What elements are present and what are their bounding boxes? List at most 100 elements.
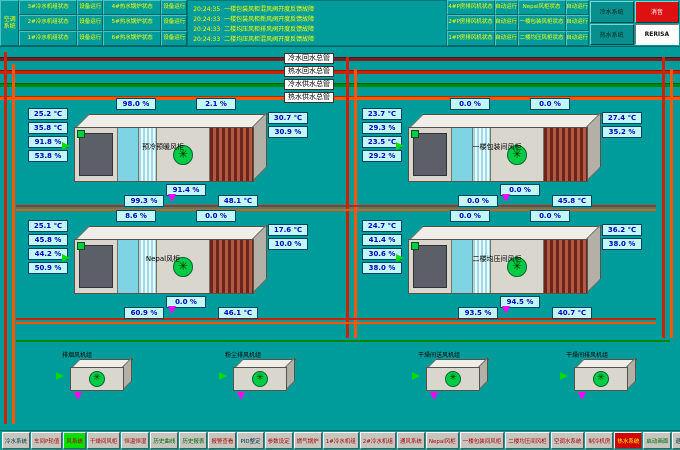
toolbar-button[interactable]: 恒温恒湿 bbox=[121, 432, 149, 449]
toolbar-button[interactable]: 参数设定 bbox=[265, 432, 293, 449]
supply-air-readouts: 27.4 ℃ 35.2 % bbox=[602, 112, 642, 138]
temp-readout: 24.7 ℃ bbox=[362, 220, 402, 232]
status-value: 自动运行 bbox=[495, 0, 518, 15]
return-air-arrow-icon bbox=[62, 254, 74, 262]
toolbar-button[interactable]: 历史曲线 bbox=[150, 432, 178, 449]
filter-section bbox=[139, 128, 157, 181]
pipe-label: 冷水供水总管 bbox=[284, 79, 334, 90]
damper-readout: 2.1 % bbox=[196, 98, 236, 110]
status-value: 设备运行 bbox=[161, 31, 187, 46]
chilled-supply-pipe bbox=[0, 83, 680, 87]
fan-box-front: ✳ bbox=[233, 367, 287, 391]
alarm-text: 一楼包装风柜新风阀开度反馈故障 bbox=[224, 16, 314, 23]
fan-icon: ✳ bbox=[445, 371, 461, 387]
status-label: Nepal风柜状态 bbox=[518, 0, 566, 15]
toolbar-button[interactable]: 2#冷水机组 bbox=[360, 432, 396, 449]
status-label: 2#P房排风机状态 bbox=[447, 15, 495, 30]
status-value: 自动运行 bbox=[566, 15, 589, 30]
status-label: 6#热水锅炉状态 bbox=[103, 31, 161, 46]
system-label: 空调系统 bbox=[0, 0, 19, 46]
toolbar-button[interactable]: 燃气锅炉 bbox=[294, 432, 322, 449]
fan-box[interactable]: ✳ bbox=[426, 359, 478, 389]
fan-icon: ✳ bbox=[252, 371, 268, 387]
damper-readout: 0.0 % bbox=[530, 98, 570, 110]
toolbar-button[interactable]: 历史报表 bbox=[179, 432, 207, 449]
alarm-text: 二楼均压风柜混风阀开度反馈故障 bbox=[224, 36, 314, 43]
status-value: 设备运行 bbox=[77, 31, 103, 46]
cooling-coil-section bbox=[452, 240, 473, 293]
toolbar-button[interactable]: 通风系统 bbox=[397, 432, 425, 449]
fan-unit-label: 干燥间排风机组 bbox=[566, 350, 608, 359]
cold-water-system-button[interactable]: 冷水系统 bbox=[590, 1, 634, 23]
fan-icon: ✳ bbox=[173, 145, 193, 165]
valve-readout: 93.5 % bbox=[458, 307, 498, 319]
ahu-front-face: ✳ bbox=[74, 239, 254, 294]
hot-water-system-button[interactable]: 热水系统 bbox=[590, 24, 634, 46]
toolbar-button[interactable]: Nepal风柜 bbox=[426, 432, 459, 449]
header-bar: 空调系统 3#冷水机组状态设备运行4#热水锅炉状态设备运行2#冷水机组状态设备运… bbox=[0, 0, 680, 47]
toolbar-button[interactable]: 冷水系统 bbox=[2, 432, 30, 449]
ahu-body[interactable]: ✳ Nepal风柜 bbox=[74, 226, 252, 292]
airflow-arrow-icon bbox=[412, 372, 424, 380]
toolbar-button[interactable]: 风系统 bbox=[63, 432, 86, 449]
toolbar-button[interactable]: 启动画面 bbox=[643, 432, 671, 449]
ahu-front-face: ✳ bbox=[408, 239, 588, 294]
exhaust-fan-unit-1: 排烟风机组 ✳ bbox=[62, 350, 132, 396]
ahu-body[interactable]: ✳ 预冷预暖风柜 bbox=[74, 114, 252, 180]
toolbar-button[interactable]: 一楼包装间风柜 bbox=[460, 432, 505, 449]
airflow-arrow-icon bbox=[74, 392, 82, 404]
alarm-row: 20:24:35一楼包装风柜混风阀开度反馈故障 bbox=[193, 4, 440, 13]
toolbar: 冷水系统车间P轮值风系统干燥间风柜恒温恒湿历史曲线历史报表报警查看PID整定参数… bbox=[0, 430, 680, 450]
fan-icon: ✳ bbox=[173, 257, 193, 277]
supply-air-readouts: 30.7 ℃ 30.9 % bbox=[268, 112, 308, 138]
door-opening bbox=[79, 245, 113, 288]
toolbar-button[interactable]: 1#冷水机组 bbox=[323, 432, 359, 449]
ahu-front-face: ✳ bbox=[74, 127, 254, 182]
pipe-label: 冷水回水总管 bbox=[284, 53, 334, 64]
toolbar-button[interactable]: 热水系统 bbox=[614, 432, 642, 449]
toolbar-button[interactable]: PID整定 bbox=[237, 432, 263, 449]
fan-box[interactable]: ✳ bbox=[574, 359, 626, 389]
mixing-section bbox=[75, 240, 118, 293]
supply-air-arrow-icon bbox=[168, 194, 176, 206]
ahu-body[interactable]: ✳ 二楼均压间风柜 bbox=[408, 226, 586, 292]
fan-box[interactable]: ✳ bbox=[70, 359, 122, 389]
scada-screen: 空调系统 3#冷水机组状态设备运行4#热水锅炉状态设备运行2#冷水机组状态设备运… bbox=[0, 0, 680, 450]
airflow-arrow-icon bbox=[219, 372, 231, 380]
mixing-section bbox=[75, 128, 118, 181]
humidity-readout: 38.0 % bbox=[362, 262, 402, 274]
filter-section bbox=[473, 240, 491, 293]
fan-box[interactable]: ✳ bbox=[233, 359, 285, 389]
toolbar-button[interactable]: 空调水系统 bbox=[551, 432, 585, 449]
heating-coil-section bbox=[544, 128, 587, 181]
toolbar-button[interactable]: 制冷机房 bbox=[585, 432, 613, 449]
alarm-mute-button[interactable]: 消音 bbox=[635, 1, 679, 23]
damper-readout: 8.6 % bbox=[116, 210, 156, 222]
status-label: 4#P房排风机状态 bbox=[447, 0, 495, 15]
status-value: 自动运行 bbox=[566, 0, 589, 15]
hot-return-pipe bbox=[0, 70, 680, 74]
supply-air-readouts: 36.2 ℃ 38.0 % bbox=[602, 224, 642, 250]
humidity-readout: 38.0 % bbox=[602, 238, 642, 250]
humidity-readout: 45.8 % bbox=[28, 234, 68, 246]
supply-air-arrow-icon bbox=[168, 306, 176, 318]
status-label: 3#冷水机组状态 bbox=[19, 0, 77, 15]
status-value: 设备运行 bbox=[161, 0, 187, 15]
toolbar-button[interactable]: 报警查看 bbox=[208, 432, 236, 449]
fan-section: ✳ bbox=[491, 240, 544, 293]
supply-air-arrow-icon bbox=[502, 306, 510, 318]
return-air-readouts: 24.7 ℃ 41.4 % 30.6 % 38.0 % bbox=[362, 220, 402, 274]
toolbar-button[interactable]: 干燥间风柜 bbox=[87, 432, 121, 449]
airflow-arrow-icon bbox=[56, 372, 68, 380]
airflow-arrow-icon bbox=[237, 392, 245, 404]
return-air-arrow-icon bbox=[62, 142, 74, 150]
toolbar-button[interactable]: 车间P轮值 bbox=[31, 432, 62, 449]
status-label: 1#冷水机组状态 bbox=[19, 31, 77, 46]
toolbar-button[interactable]: 二楼均压间风柜 bbox=[505, 432, 550, 449]
ahu-body[interactable]: ✳ 一楼包装间风柜 bbox=[408, 114, 586, 180]
return-air-readouts: 25.1 ℃ 45.8 % 44.2 % 50.9 % bbox=[28, 220, 68, 274]
alarm-row: 20:24:33二楼均压风柜排风阀开度反馈故障 bbox=[193, 24, 440, 33]
humidity-readout: 35.2 % bbox=[602, 126, 642, 138]
door-opening bbox=[79, 133, 113, 176]
toolbar-button[interactable]: 退出系统 bbox=[672, 432, 680, 449]
